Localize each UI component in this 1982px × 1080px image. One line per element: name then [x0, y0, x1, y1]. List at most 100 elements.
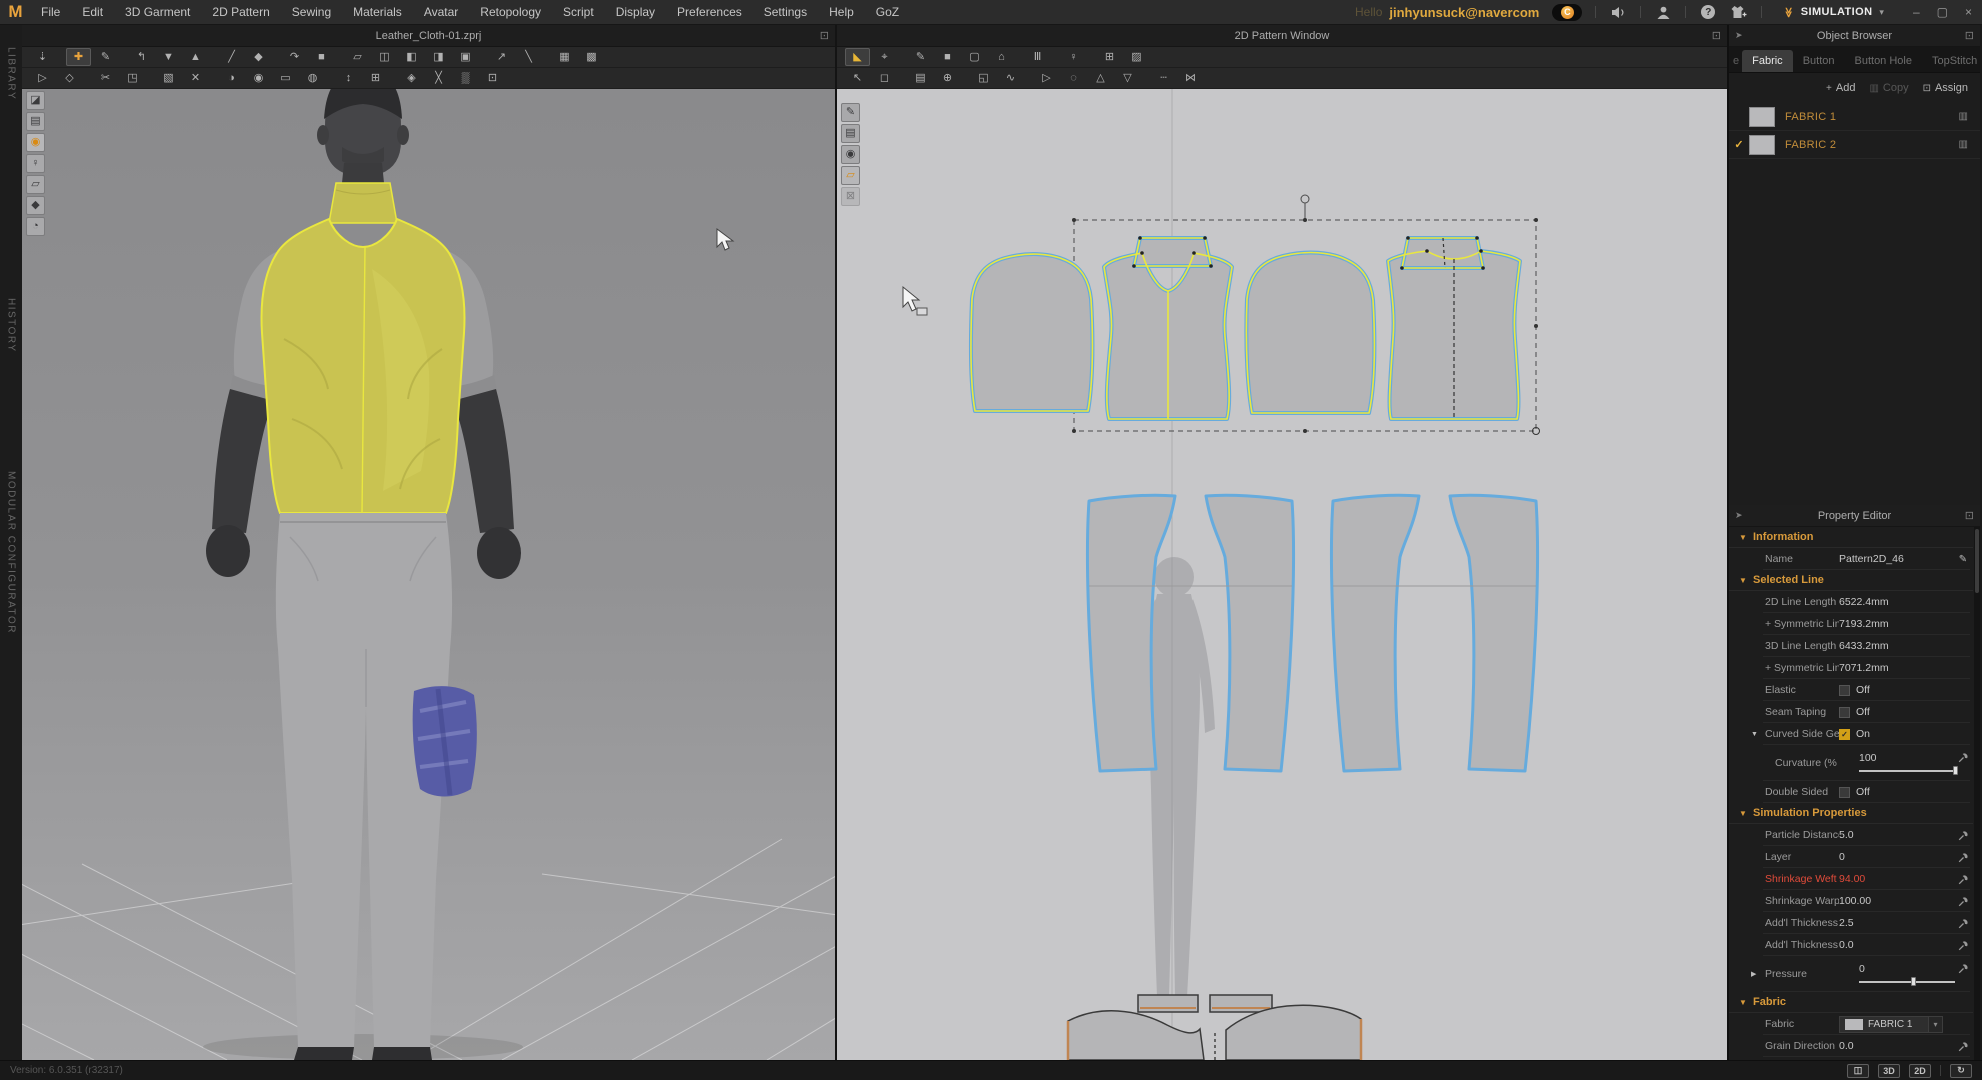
restore-button[interactable]: ▢ [1937, 5, 1948, 19]
add-point-button[interactable]: ■ [935, 48, 960, 66]
scissors-button[interactable]: ✂ [93, 69, 118, 87]
pin-icon[interactable]: ➤ [1735, 510, 1743, 521]
simulate-button[interactable]: ⇣ [30, 48, 55, 66]
fabric-dropdown[interactable]: FABRIC 1▾ [1839, 1016, 1943, 1033]
measure-round-button[interactable]: ◍ [300, 69, 325, 87]
drag-garment-button[interactable]: ▼ [156, 48, 181, 66]
edit-curvature-button[interactable]: ✎ [908, 48, 933, 66]
property-curved-side-geome[interactable]: ▼Curved Side Geome✓On [1729, 723, 1973, 745]
unfold-grid-button[interactable]: ▨ [1124, 48, 1149, 66]
menu-file-item[interactable]: File [30, 0, 71, 24]
section-fabric[interactable]: ▼Fabric [1729, 992, 1973, 1013]
waistband-pattern-pieces[interactable] [1068, 995, 1361, 1060]
property-shrinkage-weft[interactable]: Shrinkage Weft (%94.00 [1729, 868, 1973, 890]
render-style-button[interactable]: ◪ [26, 91, 45, 110]
checkbox-unchecked-icon[interactable] [1839, 707, 1850, 718]
trace-button[interactable]: ◻ [872, 69, 897, 87]
seam-allowance-button[interactable]: ▤ [908, 69, 933, 87]
property-layer[interactable]: Layer0 [1729, 846, 1973, 868]
show-stitches-button[interactable]: ✎ [841, 103, 860, 122]
add-button[interactable]: +Add [1826, 82, 1855, 94]
menu-display-item[interactable]: Display [605, 0, 666, 24]
property-particle-distance-m[interactable]: Particle Distance (m5.0 [1729, 824, 1973, 846]
avatar-pose-button[interactable]: ▣ [453, 48, 478, 66]
menu-goz-item[interactable]: GoZ [865, 0, 910, 24]
polygon-button[interactable]: ▢ [962, 48, 987, 66]
compare-button[interactable]: ⋈ [1178, 69, 1203, 87]
grid-snap-button[interactable]: ⊞ [1097, 48, 1122, 66]
edit-pattern-button[interactable]: ⌖ [872, 48, 897, 66]
assign-button[interactable]: ⊡Assign [1923, 82, 1968, 94]
section-simulation-properties[interactable]: ▼Simulation Properties [1729, 803, 1973, 824]
gizmo-button[interactable]: ◈ [399, 69, 424, 87]
menu-settings-item[interactable]: Settings [753, 0, 818, 24]
menu-help-item[interactable]: Help [818, 0, 865, 24]
show-garment-button[interactable]: ▤ [26, 112, 45, 131]
speaker-icon[interactable] [1609, 6, 1627, 19]
property-symmetric-line-le[interactable]: + Symmetric Line Le7071.2mm [1729, 657, 1973, 679]
account-icon[interactable] [1654, 6, 1672, 19]
free-sewing-button[interactable]: ◆ [246, 48, 271, 66]
fabric-item[interactable]: FABRIC 1▥ [1729, 103, 1980, 131]
add-notch-button[interactable]: ⊕ [935, 69, 960, 87]
height-measure-button[interactable]: ↕ [336, 69, 361, 87]
select-box-button[interactable]: ↖ [845, 69, 870, 87]
show-garment-2d-button[interactable]: ▤ [841, 124, 860, 143]
curvature-slider[interactable] [1859, 766, 1959, 775]
property-pressure[interactable]: ▶Pressure0 [1729, 956, 1973, 992]
pressure-slider[interactable] [1859, 977, 1959, 986]
expand-panel-icon[interactable]: ⊡ [1965, 509, 1974, 522]
sewing-box-button[interactable]: ◳ [120, 69, 145, 87]
pin-select-button[interactable]: ▷ [30, 69, 55, 87]
property-elastic[interactable]: ElasticOff [1729, 679, 1973, 701]
section-bond-skive[interactable]: ▶Bond/Skive [1729, 1057, 1973, 1060]
help-icon[interactable]: ? [1699, 5, 1717, 19]
scrollbar[interactable] [1974, 527, 1980, 1060]
pipe-button[interactable]: ▷ [1034, 69, 1059, 87]
show-info-button[interactable]: ◉ [841, 145, 860, 164]
property-fabric[interactable]: FabricFABRIC 1▾ [1729, 1013, 1973, 1035]
show-grid-button[interactable]: ▦ [552, 48, 577, 66]
show-cloth-button[interactable]: ▱ [26, 175, 45, 194]
show-pattern-button[interactable]: ◆ [26, 196, 45, 215]
property-name[interactable]: NamePattern2D_46✎ [1729, 548, 1973, 570]
tape-measure-button[interactable]: ↗ [489, 48, 514, 66]
sync-view-button[interactable]: ↻ [1950, 1064, 1972, 1078]
menu-edit-item[interactable]: Edit [71, 0, 114, 24]
edit-pencil-icon[interactable]: ✎ [1959, 554, 1967, 565]
flip-down-button[interactable]: ▽ [1115, 69, 1140, 87]
segment-sewing-button[interactable]: ╱ [219, 48, 244, 66]
simulation-mode-select[interactable]: ≫ SIMULATION ▾ [1775, 6, 1892, 18]
shirt-pattern-pieces[interactable] [971, 236, 1520, 419]
user-email[interactable]: jinhyunsuck@navercom [1389, 5, 1539, 20]
dart-button[interactable]: ⌂ [989, 48, 1014, 66]
property-grain-direction[interactable]: Grain Direction0.0 [1729, 1035, 1973, 1057]
rail-tab-library[interactable]: LIBRARY [6, 47, 17, 100]
checkbox-unchecked-icon[interactable] [1839, 787, 1850, 798]
3d-viewport-canvas[interactable]: ◪▤◉♀▱◆◔ [22, 89, 835, 1060]
flatten-cloth-button[interactable]: ╲ [516, 48, 541, 66]
fabric-item[interactable]: ✓FABRIC 2▥ [1729, 131, 1980, 159]
cross-section-button[interactable]: ╳ [426, 69, 451, 87]
tab-topstitch[interactable]: TopStitch [1922, 50, 1982, 72]
export-garment-button[interactable]: ▱ [345, 48, 370, 66]
shade-mode-button[interactable]: ▒ [453, 69, 478, 87]
flip-up-button[interactable]: △ [1088, 69, 1113, 87]
scrollbar-thumb[interactable] [1975, 529, 1979, 593]
expand-panel-icon[interactable]: ⊡ [1712, 29, 1721, 42]
pin-box-button[interactable]: ◇ [57, 69, 82, 87]
pleats-button[interactable]: Ⅲ [1025, 48, 1050, 66]
property-seam-taping[interactable]: Seam TapingOff [1729, 701, 1973, 723]
frame-mode-button[interactable]: ⊡ [480, 69, 505, 87]
property-2d-line-length[interactable]: 2D Line Length6522.4mm [1729, 591, 1973, 613]
expand-panel-icon[interactable]: ⊡ [820, 29, 829, 42]
steam-brush-button[interactable]: ▧ [156, 69, 181, 87]
fabric-type-icon[interactable]: ▥ [1959, 111, 1980, 122]
tab-fabric[interactable]: Fabric [1742, 50, 1793, 72]
morph-button[interactable]: ◉ [246, 69, 271, 87]
property-double-sided[interactable]: Double SidedOff [1729, 781, 1973, 803]
close-button[interactable]: × [1965, 5, 1972, 19]
checkbox-unchecked-icon[interactable] [1839, 685, 1850, 696]
shrink-button[interactable]: ◌ [1061, 69, 1086, 87]
property-3d-line-length[interactable]: 3D Line Length6433.2mm [1729, 635, 1973, 657]
